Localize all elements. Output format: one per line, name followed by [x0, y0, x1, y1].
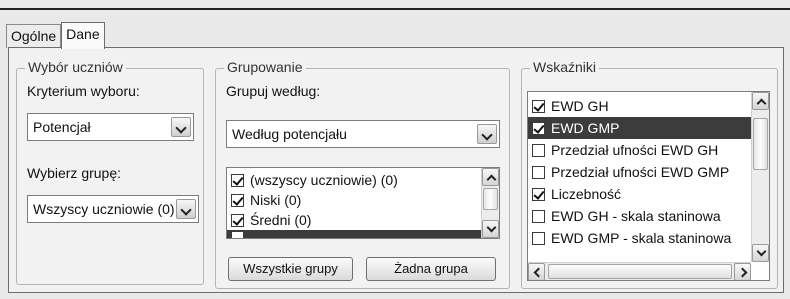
indicator-list-item[interactable]: Przedział ufności EWD GH — [528, 139, 753, 161]
group-list-item-label: Niski (0) — [250, 192, 302, 208]
scroll-left-icon[interactable] — [528, 263, 545, 280]
group-list-scrollbar[interactable] — [481, 168, 499, 238]
group-select[interactable]: Wszyscy uczniowie (0) — [27, 195, 199, 223]
indicator-list-item[interactable]: Przedział ufności EWD GMP — [528, 161, 753, 183]
indicator-list-item[interactable]: EWD GH - skala staninowa — [528, 205, 753, 227]
tab-dane[interactable]: Dane — [61, 22, 105, 49]
indicator-list-item-label: EWD GH — [551, 98, 609, 114]
grouping-group: Grupowanie Grupuj według: Według potencj… — [215, 59, 510, 289]
checkbox-icon[interactable] — [532, 209, 545, 223]
grouping-legend: Grupowanie — [224, 59, 306, 75]
indicator-list-item-label: Liczebność — [551, 186, 622, 202]
indicators-legend: Wskaźniki — [530, 59, 600, 75]
indicator-list-item-label: EWD GMP - skala staninowa — [551, 230, 732, 246]
group-list[interactable]: (wszyscy uczniowie) (0) Niski (0) Średni… — [226, 167, 500, 239]
checkbox-icon[interactable] — [532, 143, 545, 157]
indicator-list-item-label: EWD GH - skala staninowa — [551, 208, 721, 224]
checkbox-checked-icon[interactable] — [532, 121, 545, 135]
scroll-right-icon[interactable] — [734, 263, 751, 280]
indicator-list-item-label: Przedział ufności EWD GMP — [551, 164, 730, 180]
tab-ogolne[interactable]: Ogólne — [6, 24, 62, 48]
chevron-down-icon[interactable] — [176, 199, 196, 219]
group-list-item-label: (wszyscy uczniowie) (0) — [250, 172, 398, 188]
indicator-list-hscrollbar[interactable] — [528, 262, 751, 280]
indicator-list-item-label: Przedział ufności EWD GH — [551, 142, 719, 158]
checkbox-icon[interactable] — [231, 230, 244, 238]
group-select-value: Wszyscy uczniowie (0) — [33, 201, 175, 217]
group-list-item-label: Średni (0) — [250, 212, 312, 228]
tab-strip: Ogólne Dane — [6, 22, 105, 49]
checkbox-checked-icon[interactable] — [532, 187, 545, 201]
hscroll-thumb[interactable] — [548, 264, 732, 279]
scroll-down-icon[interactable] — [752, 244, 769, 262]
chevron-down-icon[interactable] — [171, 117, 191, 137]
checkbox-icon[interactable] — [532, 231, 545, 245]
scroll-up-icon[interactable] — [482, 168, 499, 186]
scroll-thumb[interactable] — [753, 118, 768, 170]
checkbox-checked-icon[interactable] — [532, 99, 545, 113]
indicator-list-item-label: EWD GMP — [551, 120, 620, 136]
student-selection-legend: Wybór uczniów — [25, 59, 126, 75]
group-by-label: Grupuj według: — [226, 83, 321, 99]
indicator-list-item[interactable]: EWD GMP — [528, 117, 753, 139]
criterion-select[interactable]: Potencjał — [27, 113, 194, 141]
group-list-item-partial[interactable] — [227, 230, 499, 238]
indicator-rows: EWD GH EWD GMP Przedział ufności EWD GH Prz… — [528, 92, 753, 249]
indicator-list-item[interactable]: EWD GMP - skala staninowa — [528, 227, 753, 249]
checkbox-icon[interactable] — [532, 165, 545, 179]
group-list-item[interactable]: Niski (0) — [227, 190, 499, 210]
indicator-list[interactable]: EWD GH EWD GMP Przedział ufności EWD GH Prz… — [527, 91, 770, 281]
chevron-down-icon[interactable] — [477, 124, 497, 144]
all-groups-button[interactable]: Wszystkie grupy — [228, 257, 353, 281]
window-top-border — [0, 8, 790, 10]
tab-panel-dane: Wybór uczniów Kryterium wyboru: Potencja… — [8, 47, 784, 293]
scroll-thumb[interactable] — [483, 188, 498, 210]
criterion-select-value: Potencjał — [33, 119, 91, 135]
checkbox-checked-icon[interactable] — [231, 213, 244, 227]
criterion-label: Kryterium wyboru: — [27, 83, 140, 99]
group-by-select[interactable]: Według potencjału — [226, 120, 500, 148]
checkbox-checked-icon[interactable] — [231, 193, 244, 207]
indicator-list-vscrollbar[interactable] — [751, 92, 769, 262]
indicator-list-item[interactable]: EWD GH — [528, 95, 753, 117]
scroll-up-icon[interactable] — [752, 92, 769, 110]
scroll-down-icon[interactable] — [482, 220, 499, 238]
group-list-item[interactable]: (wszyscy uczniowie) (0) — [227, 170, 499, 190]
indicator-list-item[interactable]: Liczebność — [528, 183, 753, 205]
no-group-button[interactable]: Żadna grupa — [366, 257, 496, 281]
group-by-select-value: Według potencjału — [232, 126, 347, 142]
checkbox-checked-icon[interactable] — [231, 173, 244, 187]
indicators-group: Wskaźniki EWD GH EWD GMP Przedział ufności… — [521, 59, 778, 289]
group-list-item[interactable]: Średni (0) — [227, 210, 499, 230]
student-selection-group: Wybór uczniów Kryterium wyboru: Potencja… — [16, 59, 204, 285]
group-label: Wybierz grupę: — [27, 165, 122, 181]
